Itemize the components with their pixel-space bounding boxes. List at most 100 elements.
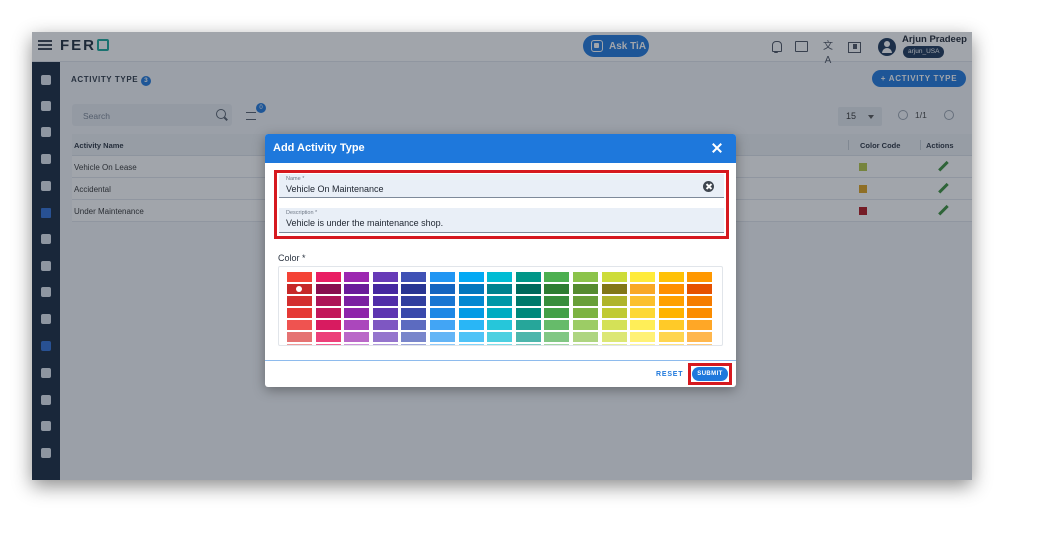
color-swatch[interactable] — [430, 308, 455, 318]
color-swatch[interactable] — [344, 332, 370, 342]
color-swatch[interactable] — [630, 320, 656, 330]
color-swatch[interactable] — [401, 308, 427, 318]
color-swatch[interactable] — [515, 344, 541, 345]
color-swatch[interactable] — [601, 272, 627, 282]
color-swatch[interactable] — [573, 308, 598, 318]
color-swatch[interactable] — [573, 284, 598, 294]
color-swatch[interactable] — [287, 296, 312, 306]
color-swatch[interactable] — [658, 332, 684, 342]
color-swatch[interactable] — [315, 272, 341, 282]
color-swatch[interactable] — [372, 308, 398, 318]
color-swatch[interactable] — [687, 296, 713, 306]
color-swatch[interactable] — [315, 332, 341, 342]
color-swatch[interactable] — [458, 344, 484, 345]
color-swatch[interactable] — [372, 284, 398, 294]
color-swatch[interactable] — [573, 296, 598, 306]
color-swatch[interactable] — [687, 272, 713, 282]
color-swatch[interactable] — [658, 344, 684, 345]
color-swatch[interactable] — [515, 284, 541, 294]
color-swatch[interactable] — [458, 308, 484, 318]
submit-button[interactable]: SUBMIT — [692, 367, 728, 381]
color-swatch[interactable] — [601, 344, 627, 345]
color-swatch[interactable] — [601, 296, 627, 306]
color-swatch[interactable] — [630, 332, 656, 342]
color-swatch[interactable] — [515, 332, 541, 342]
color-swatch[interactable] — [315, 344, 341, 345]
color-swatch[interactable] — [430, 272, 455, 282]
color-swatch[interactable] — [515, 272, 541, 282]
color-swatch[interactable] — [287, 320, 312, 330]
color-swatch[interactable] — [573, 332, 598, 342]
color-swatch[interactable] — [687, 284, 713, 294]
color-swatch[interactable] — [544, 344, 570, 345]
color-swatch[interactable] — [573, 272, 598, 282]
color-swatch[interactable] — [344, 296, 370, 306]
color-swatch[interactable] — [487, 332, 513, 342]
color-swatch[interactable] — [458, 284, 484, 294]
color-swatch[interactable] — [315, 296, 341, 306]
color-swatch[interactable] — [687, 308, 713, 318]
color-swatch[interactable] — [430, 332, 455, 342]
color-swatch[interactable] — [601, 284, 627, 294]
color-swatch[interactable] — [515, 308, 541, 318]
color-swatch[interactable] — [630, 272, 656, 282]
color-swatch[interactable] — [344, 344, 370, 345]
color-swatch[interactable] — [458, 332, 484, 342]
color-swatch[interactable] — [544, 284, 570, 294]
color-swatch-selected[interactable] — [287, 284, 312, 294]
color-swatch[interactable] — [430, 344, 455, 345]
color-swatch[interactable] — [458, 296, 484, 306]
color-swatch[interactable] — [287, 344, 312, 345]
color-swatch[interactable] — [287, 332, 312, 342]
color-swatch[interactable] — [401, 284, 427, 294]
color-swatch[interactable] — [430, 320, 455, 330]
color-swatch[interactable] — [344, 272, 370, 282]
color-swatch[interactable] — [601, 332, 627, 342]
color-swatch[interactable] — [630, 284, 656, 294]
color-swatch[interactable] — [630, 344, 656, 345]
color-swatch[interactable] — [315, 308, 341, 318]
color-swatch[interactable] — [601, 308, 627, 318]
color-swatch[interactable] — [487, 296, 513, 306]
color-swatch[interactable] — [658, 272, 684, 282]
color-swatch[interactable] — [372, 272, 398, 282]
color-swatch[interactable] — [658, 296, 684, 306]
reset-button[interactable]: RESET — [656, 371, 683, 378]
color-swatch[interactable] — [372, 344, 398, 345]
close-icon[interactable] — [710, 141, 724, 155]
color-swatch[interactable] — [544, 320, 570, 330]
color-swatch[interactable] — [401, 332, 427, 342]
color-swatch[interactable] — [658, 308, 684, 318]
color-swatch[interactable] — [344, 320, 370, 330]
color-swatch[interactable] — [430, 296, 455, 306]
color-swatch[interactable] — [687, 320, 713, 330]
color-swatch[interactable] — [315, 320, 341, 330]
color-swatch[interactable] — [430, 284, 455, 294]
color-swatch[interactable] — [401, 320, 427, 330]
color-swatch[interactable] — [544, 272, 570, 282]
color-swatch[interactable] — [287, 308, 312, 318]
color-swatch[interactable] — [487, 320, 513, 330]
color-swatch[interactable] — [487, 344, 513, 345]
color-swatch[interactable] — [573, 320, 598, 330]
color-swatch[interactable] — [401, 272, 427, 282]
color-swatch[interactable] — [687, 332, 713, 342]
color-swatch[interactable] — [401, 296, 427, 306]
color-swatch[interactable] — [372, 332, 398, 342]
color-swatch[interactable] — [658, 320, 684, 330]
color-swatch[interactable] — [344, 308, 370, 318]
palette-scrollbar[interactable] — [722, 270, 723, 292]
color-swatch[interactable] — [658, 284, 684, 294]
color-swatch[interactable] — [458, 320, 484, 330]
color-swatch[interactable] — [287, 272, 312, 282]
color-swatch[interactable] — [630, 296, 656, 306]
color-swatch[interactable] — [487, 272, 513, 282]
color-swatch[interactable] — [372, 296, 398, 306]
color-swatch[interactable] — [515, 296, 541, 306]
color-swatch[interactable] — [687, 344, 713, 345]
color-swatch[interactable] — [544, 308, 570, 318]
color-swatch[interactable] — [401, 344, 427, 345]
color-swatch[interactable] — [487, 284, 513, 294]
color-swatch[interactable] — [573, 344, 598, 345]
color-swatch[interactable] — [315, 284, 341, 294]
